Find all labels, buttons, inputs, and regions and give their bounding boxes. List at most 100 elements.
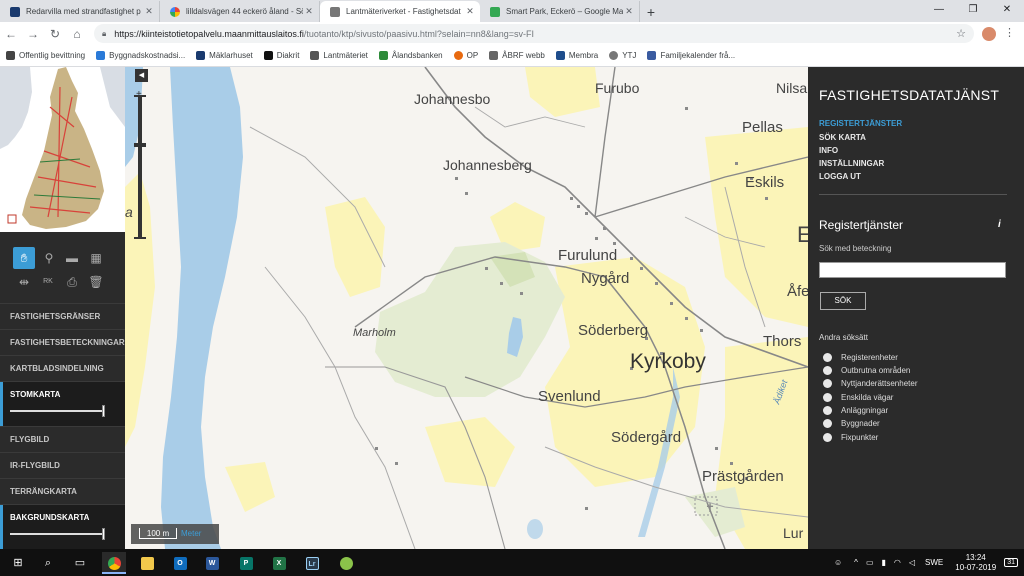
radio-nyttjanderattsenheter[interactable]: Nyttjanderättsenheter <box>823 379 918 388</box>
minimize-icon[interactable]: — <box>922 0 956 20</box>
clock[interactable]: 13:24 10-07-2019 <box>955 553 996 573</box>
area-icon[interactable]: ▦ <box>85 247 107 269</box>
collapse-panel-icon[interactable]: ◀ <box>135 69 148 82</box>
battery-icon[interactable]: ▮ <box>882 558 886 567</box>
layer-fastighetsgranser[interactable]: FASTIGHETSGRÄNSER <box>0 303 125 329</box>
zoom-knob[interactable] <box>134 143 146 147</box>
search-icon[interactable]: ⌕ <box>36 552 60 574</box>
line-measure-icon[interactable]: ⇹ <box>13 271 35 293</box>
new-tab-button[interactable]: + <box>640 2 662 22</box>
slider-knob[interactable] <box>102 405 105 417</box>
layer-flygbild[interactable]: FLYGBILD <box>0 426 125 452</box>
forward-icon[interactable]: → <box>22 27 44 41</box>
volume-icon[interactable]: ◁ <box>909 558 915 567</box>
radio-byggnader[interactable]: Byggnader <box>823 419 880 428</box>
bookmark-item[interactable]: Lantmäteriet <box>310 51 368 60</box>
info-icon[interactable]: i <box>998 219 1001 230</box>
home-icon[interactable]: ⌂ <box>66 27 88 41</box>
close-icon[interactable]: ✕ <box>623 6 635 17</box>
trash-icon[interactable]: 🗑︎ <box>85 271 107 293</box>
menu-logga-ut[interactable]: LOGGA UT <box>819 172 861 181</box>
rk-icon[interactable]: RK <box>37 271 59 293</box>
close-icon[interactable]: ✕ <box>464 6 476 17</box>
slider-knob[interactable] <box>102 528 105 540</box>
close-window-icon[interactable]: ✕ <box>990 0 1024 20</box>
search-button[interactable]: SÖK <box>820 292 866 310</box>
radio-dot[interactable] <box>823 433 832 442</box>
task-view-icon[interactable]: ▭ <box>68 552 92 574</box>
reload-icon[interactable]: ↻ <box>44 27 66 41</box>
layer-ir-flygbild[interactable]: IR-FLYGBILD <box>0 452 125 478</box>
tab-google-search[interactable]: lilldalsvägen 44 eckerö åland - Sö ✕ <box>160 1 320 22</box>
bookmark-item[interactable]: Ålandsbanken <box>378 51 443 60</box>
close-icon[interactable]: ✕ <box>303 6 315 17</box>
search-input[interactable] <box>819 262 1006 278</box>
network-icon[interactable]: ▭ <box>866 558 874 567</box>
radio-dot[interactable] <box>823 379 832 388</box>
people-icon[interactable]: ☺ <box>834 558 842 567</box>
menu-registertjanster[interactable]: REGISTERTJÄNSTER <box>819 119 902 128</box>
bookmark-item[interactable]: Byggnadskostnadsi... <box>96 51 185 60</box>
layer-bakgrundskarta[interactable]: BAKGRUNDSKARTA <box>0 504 125 549</box>
excel-icon[interactable]: X <box>267 552 291 574</box>
publisher-icon[interactable]: P <box>234 552 258 574</box>
notification-icon[interactable]: 31 <box>1004 558 1018 567</box>
menu-sok-karta[interactable]: SÖK KARTA <box>819 133 866 142</box>
pin-icon[interactable]: ⚲ <box>38 247 60 269</box>
close-icon[interactable]: ✕ <box>143 6 155 17</box>
wifi-icon[interactable]: ◠ <box>894 558 901 567</box>
map-view[interactable]: ✝ Johannesbo Furubo Nilsa Pellas Johanne… <box>125 67 808 549</box>
star-icon[interactable]: ☆ <box>956 27 966 40</box>
url-input[interactable]: 🔒︎ https://kiinteistotietopalvelu.maanmi… <box>94 24 974 43</box>
language-indicator[interactable]: SWE <box>925 558 943 567</box>
file-explorer-icon[interactable] <box>135 552 159 574</box>
layer-fastighetsbeteckningar[interactable]: FASTIGHETSBETECKNINGAR <box>0 329 125 355</box>
print-icon[interactable]: ⎙ <box>61 271 83 293</box>
bookmark-icon <box>555 51 565 60</box>
bookmark-item[interactable]: Mäklarhuset <box>196 51 253 60</box>
radio-dot[interactable] <box>823 393 832 402</box>
outlook-icon[interactable]: O <box>168 552 192 574</box>
chrome-icon[interactable] <box>102 552 126 574</box>
radio-dot[interactable] <box>823 406 832 415</box>
bookmark-item[interactable]: ÅBRF webb <box>489 51 545 60</box>
menu-icon[interactable]: ⋮ <box>1004 26 1015 39</box>
bookmark-item[interactable]: Familjekalender frå... <box>647 51 735 60</box>
tab-google-maps[interactable]: Smart Park, Eckerö – Google Ma ✕ <box>480 1 640 22</box>
tab-lantmateriverket[interactable]: Lantmäteriverket - Fastighetsdat ✕ <box>320 1 480 22</box>
bookmark-label: YTJ <box>622 51 637 60</box>
maximize-icon[interactable]: ❐ <box>956 0 990 20</box>
lightroom-icon[interactable]: Lr <box>300 552 324 574</box>
layer-terrangkarta[interactable]: TERRÄNGKARTA <box>0 478 125 504</box>
zoom-slider[interactable] <box>134 95 146 239</box>
radio-registerenheter[interactable]: Registerenheter <box>823 353 898 362</box>
measure-icon[interactable]: ▬ <box>61 247 83 269</box>
radio-outbrutna-omraden[interactable]: Outbrutna områden <box>823 366 910 375</box>
radio-dot[interactable] <box>823 366 832 375</box>
word-icon[interactable]: W <box>200 552 224 574</box>
radio-enskilda-vagar[interactable]: Enskilda vägar <box>823 393 893 402</box>
avatar[interactable] <box>982 27 996 41</box>
radio-anlaggningar[interactable]: Anläggningar <box>823 406 888 415</box>
stomkarta-opacity-slider[interactable] <box>10 405 105 417</box>
bookmark-item[interactable]: Offentlig bevittning <box>6 51 85 60</box>
radio-dot[interactable] <box>823 353 832 362</box>
layer-stomkarta[interactable]: STOMKARTA <box>0 381 125 426</box>
bookmark-item[interactable]: Membra <box>555 51 598 60</box>
layer-kartbladsindelning[interactable]: KARTBLADSINDELNING <box>0 355 125 381</box>
radio-fixpunkter[interactable]: Fixpunkter <box>823 433 878 442</box>
back-icon[interactable]: ← <box>0 27 22 41</box>
bookmark-item[interactable]: OP <box>453 51 478 60</box>
app-icon[interactable] <box>334 552 358 574</box>
start-icon[interactable]: ⊞ <box>6 552 30 574</box>
menu-info[interactable]: INFO <box>819 146 838 155</box>
bakgrundskarta-opacity-slider[interactable] <box>10 528 105 540</box>
bookmark-item[interactable]: YTJ <box>609 51 636 60</box>
overview-map[interactable] <box>0 67 125 232</box>
radio-dot[interactable] <box>823 419 832 428</box>
tab-redarvilla[interactable]: Redarvilla med strandfastighet p ✕ <box>0 1 160 22</box>
bookmark-item[interactable]: Diakrit <box>263 51 299 60</box>
pan-hand-icon[interactable]: ✋︎ <box>13 247 35 269</box>
chevron-up-icon[interactable]: ^ <box>854 558 858 567</box>
menu-installningar[interactable]: INSTÄLLNINGAR <box>819 159 884 168</box>
